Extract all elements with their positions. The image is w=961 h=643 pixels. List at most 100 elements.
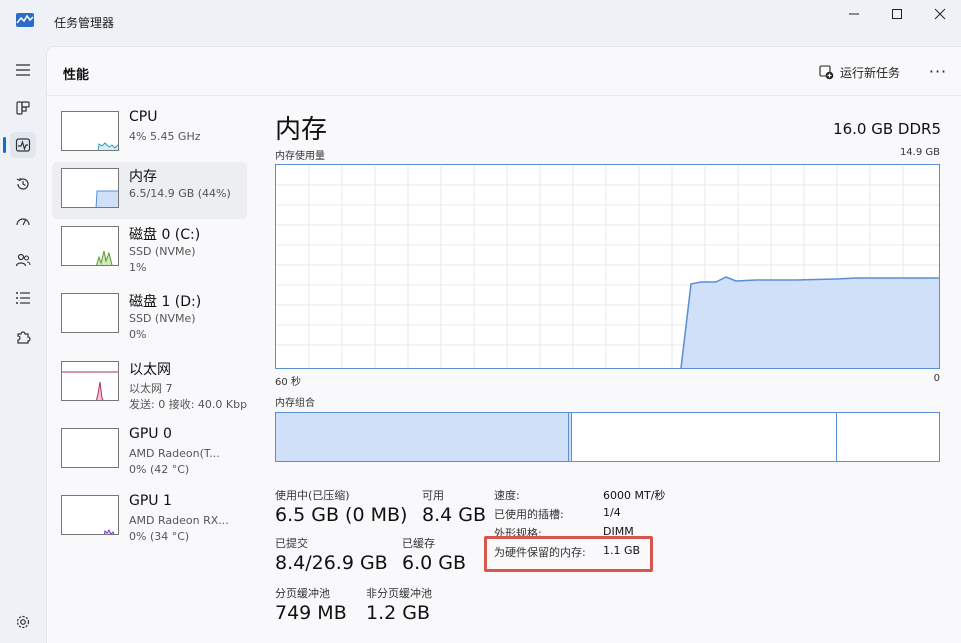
composition-modified xyxy=(569,413,572,461)
resource-detail: 1% xyxy=(129,261,147,274)
run-task-icon xyxy=(819,64,834,79)
memory-composition-label: 内存组合 xyxy=(275,398,315,409)
resource-name: 磁盘 0 (C:) xyxy=(129,227,201,243)
ethernet-thumbnail-graph xyxy=(61,361,119,401)
resource-detail: 0% (34 °C) xyxy=(129,530,190,543)
resource-detail: AMD Radeon(T... xyxy=(129,447,220,460)
hardware-reserved-value: 1.1 GB xyxy=(603,544,641,557)
main-panel: 性能 运行新任务 ··· CPU 4% 5.45 GHz 内存 6.5/14.9… xyxy=(46,46,961,643)
speed-label: 速度: xyxy=(494,489,520,502)
resource-detail: 4% 5.45 GHz xyxy=(129,130,201,143)
stat-nonpaged-pool: 非分页缓冲池 1.2 GB xyxy=(366,585,432,624)
memory-usage-label: 内存使用量 xyxy=(275,151,325,162)
minimize-button[interactable] xyxy=(832,0,876,28)
stat-available: 可用 8.4 GB xyxy=(422,487,486,526)
nav-settings-button[interactable] xyxy=(10,609,36,635)
stat-label: 已提交 xyxy=(275,537,308,550)
run-task-label: 运行新任务 xyxy=(840,65,901,80)
slots-used-label: 已使用的插槽: xyxy=(494,508,564,521)
active-nav-indicator xyxy=(3,137,6,153)
resource-item-gpu-1[interactable]: GPU 1 AMD Radeon RX... 0% (34 °C) xyxy=(52,489,247,546)
stat-paged-pool: 分页缓冲池 749 MB xyxy=(275,585,347,624)
hardware-reserved-label: 为硬件保留的内存: xyxy=(494,544,586,560)
resource-detail: 6.5/14.9 GB (44%) xyxy=(129,187,231,200)
stat-label: 非分页缓冲池 xyxy=(366,587,432,600)
graph-time-end: 0 xyxy=(933,373,940,384)
details-list-icon xyxy=(16,292,30,304)
hamburger-icon xyxy=(16,64,30,76)
resource-item-cpu[interactable]: CPU 4% 5.45 GHz xyxy=(52,105,247,162)
resource-detail: 0% xyxy=(129,328,147,341)
resource-item-ethernet[interactable]: 以太网 以太网 7 发送: 0 接收: 40.0 Kbp xyxy=(52,355,247,412)
resource-item-disk-1[interactable]: 磁盘 1 (D:) SSD (NVMe) 0% xyxy=(52,287,247,344)
history-icon xyxy=(16,177,29,190)
speed-value: 6000 MT/秒 xyxy=(603,489,666,502)
disk-1-thumbnail-graph xyxy=(61,293,119,333)
resource-name: GPU 0 xyxy=(129,426,172,442)
resource-detail: SSD (NVMe) xyxy=(129,245,196,258)
resource-item-gpu-0[interactable]: GPU 0 AMD Radeon(T... 0% (42 °C) xyxy=(52,422,247,479)
stat-value: 749 MB xyxy=(275,602,347,624)
minimize-icon xyxy=(849,13,859,15)
cpu-thumbnail-graph xyxy=(61,111,119,151)
nav-performance-button[interactable] xyxy=(10,132,36,158)
memory-spec: 16.0 GB DDR5 xyxy=(833,120,941,138)
memory-usage-graph xyxy=(275,164,940,369)
more-options-button[interactable]: ··· xyxy=(925,59,951,83)
performance-icon xyxy=(15,138,31,152)
users-icon xyxy=(15,253,31,267)
nav-services-button[interactable] xyxy=(10,324,36,350)
stat-value: 1.2 GB xyxy=(366,602,431,624)
processes-icon xyxy=(16,101,30,115)
maximize-button[interactable] xyxy=(875,0,919,28)
composition-standby-divider xyxy=(836,413,837,461)
slots-used-value: 1/4 xyxy=(603,506,621,519)
resource-detail: 发送: 0 接收: 40.0 Kbp xyxy=(129,398,248,411)
resource-item-disk-0[interactable]: 磁盘 0 (C:) SSD (NVMe) 1% xyxy=(52,220,247,277)
stat-label: 已缓存 xyxy=(402,537,435,550)
nav-app-history-button[interactable] xyxy=(10,171,36,197)
resource-name: 内存 xyxy=(129,169,157,185)
memory-composition-bar xyxy=(275,412,940,462)
stat-value: 6.0 GB xyxy=(402,552,467,574)
hamburger-menu-button[interactable] xyxy=(10,57,36,83)
close-button[interactable] xyxy=(918,0,961,28)
nav-startup-apps-button[interactable] xyxy=(10,209,36,235)
resource-name: 磁盘 1 (D:) xyxy=(129,294,202,310)
graph-time-start: 60 秒 xyxy=(275,377,301,388)
stat-committed: 已提交 8.4/26.9 GB xyxy=(275,535,388,574)
stat-value: 8.4/26.9 GB xyxy=(275,552,388,574)
gpu-1-thumbnail-graph xyxy=(61,495,119,535)
resource-name: CPU xyxy=(129,109,158,125)
title-bar: 任务管理器 xyxy=(0,0,961,46)
startup-icon xyxy=(16,218,30,226)
nav-processes-button[interactable] xyxy=(10,95,36,121)
stat-value: 8.4 GB xyxy=(422,504,487,526)
gpu-0-thumbnail-graph xyxy=(61,428,119,468)
close-icon xyxy=(934,8,946,20)
run-new-task-button[interactable]: 运行新任务 xyxy=(819,62,900,82)
resource-item-memory[interactable]: 内存 6.5/14.9 GB (44%) xyxy=(52,162,247,219)
stat-label: 分页缓冲池 xyxy=(275,587,330,600)
stat-in-use: 使用中(已压缩) 6.5 GB (0 MB) xyxy=(275,487,407,526)
stat-label: 使用中(已压缩) xyxy=(275,489,350,502)
section-header: 性能 运行新任务 ··· xyxy=(47,47,961,96)
nav-users-button[interactable] xyxy=(10,247,36,273)
window-title: 任务管理器 xyxy=(54,16,115,30)
composition-in-use xyxy=(276,413,569,461)
resource-detail: 以太网 7 xyxy=(129,382,173,395)
settings-gear-icon xyxy=(16,615,30,629)
memory-max-label: 14.9 GB xyxy=(899,147,940,158)
resource-name: GPU 1 xyxy=(129,493,172,509)
stat-label: 可用 xyxy=(422,489,444,502)
nav-details-button[interactable] xyxy=(10,285,36,311)
disk-0-thumbnail-graph xyxy=(61,226,119,266)
stat-value: 6.5 GB (0 MB) xyxy=(275,504,408,526)
memory-heading: 内存 xyxy=(275,115,328,145)
page-title: 性能 xyxy=(63,68,90,83)
resource-detail: AMD Radeon RX... xyxy=(129,514,229,527)
stat-cached: 已缓存 6.0 GB xyxy=(402,535,466,574)
memory-thumbnail-graph xyxy=(61,168,119,208)
resource-name: 以太网 xyxy=(129,362,171,378)
services-puzzle-icon xyxy=(17,331,31,344)
